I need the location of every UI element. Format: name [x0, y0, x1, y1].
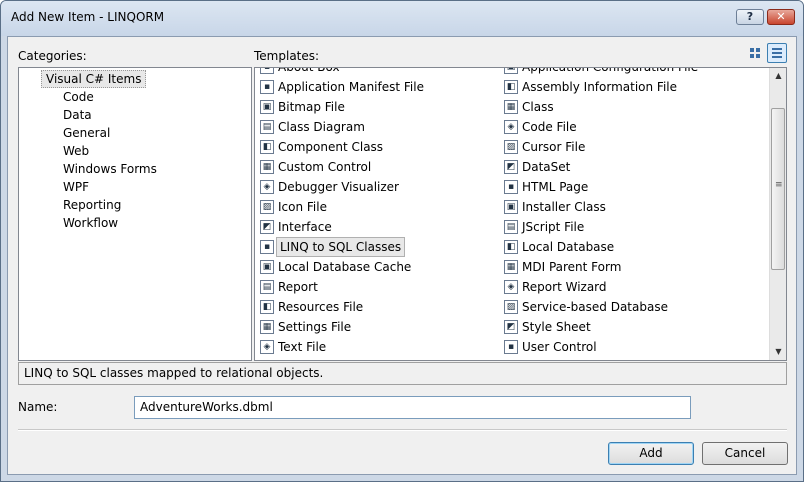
custom-control-icon: ▦ — [260, 160, 274, 174]
template-label: HTML Page — [522, 180, 589, 194]
templates-label: Templates: — [254, 49, 320, 63]
category-item[interactable]: Reporting — [63, 198, 121, 212]
title-bar: Add New Item - LINQORM ? ✕ — [1, 1, 803, 36]
template-label: Text File — [278, 340, 327, 354]
templates-list[interactable]: ▪ About Box ▣ Application Configuration Fil… — [254, 67, 787, 361]
template-label: Service-based Database — [522, 300, 668, 314]
template-label: Component Class — [278, 140, 384, 154]
template-description: LINQ to SQL classes mapped to relational… — [18, 362, 787, 385]
template-label: Application Configuration File — [522, 67, 699, 74]
category-item[interactable]: Workflow — [63, 216, 118, 230]
report-wizard-icon: ◈ — [504, 280, 518, 294]
category-item[interactable]: Data — [63, 108, 92, 122]
category-item[interactable]: Windows Forms — [63, 162, 157, 176]
dialog-client-area: Categories: Templates: Visual C# Items C… — [7, 36, 797, 475]
template-label: Interface — [278, 220, 332, 234]
template-label: Bitmap File — [278, 100, 345, 114]
template-label: User Control — [522, 340, 597, 354]
category-item[interactable]: General — [63, 126, 110, 140]
template-label: LINQ to SQL Classes — [276, 237, 406, 257]
service-db-icon: ▨ — [504, 300, 518, 314]
category-item[interactable]: WPF — [63, 180, 89, 194]
installer-icon: ▣ — [504, 200, 518, 214]
resources-icon: ◧ — [260, 300, 274, 314]
stylesheet-icon: ◩ — [504, 320, 518, 334]
db-cache-icon: ▣ — [260, 260, 274, 274]
template-label: Code File — [522, 120, 577, 134]
large-icons-icon — [750, 48, 760, 58]
categories-label: Categories: — [18, 49, 87, 63]
category-item[interactable]: Web — [63, 144, 89, 158]
large-icons-view-button[interactable] — [745, 43, 765, 63]
separator — [18, 429, 787, 431]
template-label: About Box — [278, 67, 340, 74]
add-new-item-dialog: Add New Item - LINQORM ? ✕ Categories: T… — [0, 0, 804, 482]
cancel-button[interactable]: Cancel — [702, 442, 788, 465]
icon-file-icon: ▨ — [260, 200, 274, 214]
small-icons-view-button[interactable] — [767, 43, 787, 63]
assembly-icon: ◧ — [504, 80, 518, 94]
template-label: Local Database — [522, 240, 615, 254]
debugger-icon: ◈ — [260, 180, 274, 194]
text-file-icon: ◈ — [260, 340, 274, 354]
dataset-icon: ◩ — [504, 160, 518, 174]
scroll-up-arrow-icon[interactable]: ▲ — [770, 68, 786, 84]
categories-tree[interactable]: Visual C# Items Code Data General Web Window… — [18, 67, 252, 361]
cursor-icon: ▨ — [504, 140, 518, 154]
user-control-icon: ▪ — [504, 340, 518, 354]
template-label: Application Manifest File — [278, 80, 424, 94]
add-button[interactable]: Add — [608, 442, 694, 465]
template-label: Class Diagram — [278, 120, 365, 134]
class-icon: ▦ — [504, 100, 518, 114]
template-label: DataSet — [522, 160, 571, 174]
template-label: Debugger Visualizer — [278, 180, 399, 194]
template-label: Style Sheet — [522, 320, 591, 334]
window-title: Add New Item - LINQORM — [11, 10, 165, 24]
manifest-icon: ▪ — [260, 80, 274, 94]
template-label: JScript File — [522, 220, 585, 234]
report-icon: ▤ — [260, 280, 274, 294]
name-label: Name: — [18, 400, 58, 414]
linq-icon: ▪ — [260, 240, 274, 254]
scroll-down-arrow-icon[interactable]: ▼ — [770, 344, 786, 360]
local-db-icon: ◧ — [504, 240, 518, 254]
category-item[interactable]: Code — [63, 90, 94, 104]
help-button[interactable]: ? — [736, 9, 764, 25]
component-icon: ◧ — [260, 140, 274, 154]
html-icon: ▪ — [504, 180, 518, 194]
template-label: Class — [522, 100, 554, 114]
template-label: Settings File — [278, 320, 352, 334]
template-label: Local Database Cache — [278, 260, 412, 274]
app-config-icon: ▣ — [504, 68, 518, 74]
template-label: Icon File — [278, 200, 327, 214]
template-label: Resources File — [278, 300, 364, 314]
name-input[interactable]: AdventureWorks.dbml — [134, 396, 691, 419]
template-label: MDI Parent Form — [522, 260, 622, 274]
template-label: Assembly Information File — [522, 80, 678, 94]
template-label: Custom Control — [278, 160, 372, 174]
interface-icon: ◩ — [260, 220, 274, 234]
templates-scrollbar[interactable]: ▲ ≡ ▼ — [769, 68, 786, 360]
class-diagram-icon: ▤ — [260, 120, 274, 134]
settings-icon: ▦ — [260, 320, 274, 334]
template-label: Report — [278, 280, 318, 294]
bitmap-icon: ▣ — [260, 100, 274, 114]
template-label: Installer Class — [522, 200, 606, 214]
scroll-grip-icon: ≡ — [775, 180, 783, 190]
close-button[interactable]: ✕ — [767, 9, 795, 25]
mdi-icon: ▦ — [504, 260, 518, 274]
code-file-icon: ◈ — [504, 120, 518, 134]
category-visual-csharp-items[interactable]: Visual C# Items — [41, 70, 147, 88]
template-label: Cursor File — [522, 140, 586, 154]
about-box-icon: ▪ — [260, 68, 274, 74]
template-label: Report Wizard — [522, 280, 607, 294]
scroll-thumb[interactable]: ≡ — [771, 108, 785, 270]
jscript-icon: ▤ — [504, 220, 518, 234]
